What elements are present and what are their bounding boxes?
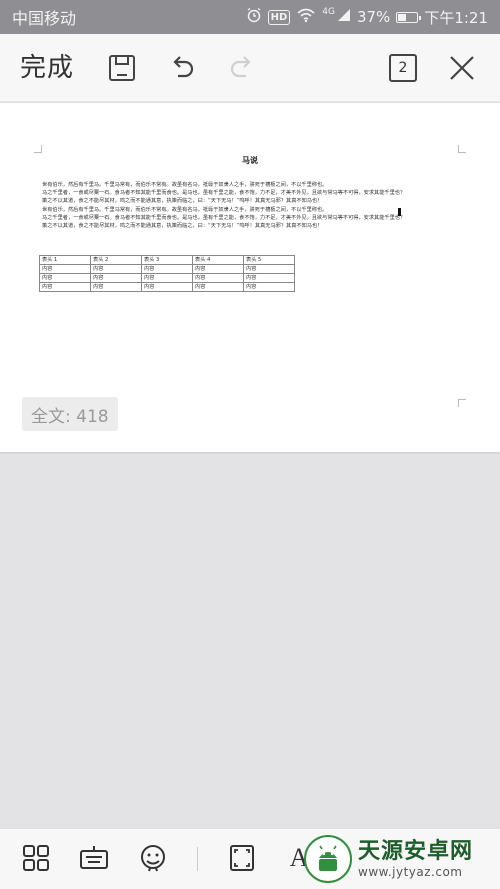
table-cell[interactable]: 内容	[39, 273, 91, 283]
editor-toolbar: 完成 2	[0, 34, 500, 102]
table-row: 内容 内容 内容 内容 内容	[39, 273, 295, 283]
table-cell[interactable]: 内容	[192, 273, 244, 283]
watermark-url: www.jytyaz.com	[358, 865, 463, 879]
table-header-cell[interactable]: 表头 3	[141, 255, 193, 265]
hd-icon: HD	[267, 9, 291, 25]
fullscreen-icon[interactable]	[227, 843, 257, 873]
wifi-icon	[296, 7, 316, 27]
page-corner-mark	[458, 145, 466, 153]
table-cell[interactable]: 内容	[141, 273, 193, 283]
table-header-cell[interactable]: 表头 5	[243, 255, 295, 265]
watermark-name: 天源安卓网	[358, 839, 474, 864]
table-cell[interactable]: 内容	[90, 282, 142, 292]
table-row: 内容 内容 内容 内容 内容	[39, 264, 295, 274]
document-table[interactable]: 表头 1 表头 2 表头 3 表头 4 表头 5 内容 内容 内容 内容 内容 …	[39, 255, 295, 292]
status-bar: 中国移动 HD 4G 37% 下午1:21	[0, 0, 500, 34]
paragraph[interactable]: 世有伯乐，然后有千里马。千里马常有，而伯乐不常有。故虽有名马，祗辱于奴隶人之手，…	[42, 181, 462, 189]
table-cell[interactable]: 内容	[39, 264, 91, 274]
table-cell[interactable]: 内容	[243, 282, 295, 292]
page-corner-mark	[458, 399, 466, 407]
document-canvas[interactable]: 马说 世有伯乐，然后有千里马。千里马常有，而伯乐不常有。故虽有名马，祗辱于奴隶人…	[0, 103, 500, 452]
table-header-row: 表头 1 表头 2 表头 3 表头 4 表头 5	[39, 255, 295, 265]
table-cell[interactable]: 内容	[141, 282, 193, 292]
text-cursor	[398, 208, 401, 216]
paragraph[interactable]: 策之不以其道，食之不能尽其材，鸣之而不能通其意，执策而临之，曰：“天下无马！”呜…	[42, 197, 462, 205]
table-row: 内容 内容 内容 内容 内容	[39, 282, 295, 292]
page-corner-mark	[34, 145, 42, 153]
table-cell[interactable]: 内容	[192, 282, 244, 292]
undo-icon[interactable]	[166, 52, 198, 84]
document-body[interactable]: 世有伯乐，然后有千里马。千里马常有，而伯乐不常有。故虽有名马，祗辱于奴隶人之手，…	[42, 181, 462, 230]
watermark-text: 天源安卓网 www.jytyaz.com	[358, 839, 473, 879]
close-icon[interactable]	[446, 52, 478, 84]
battery-fill	[398, 13, 406, 21]
redo-icon[interactable]	[226, 52, 258, 84]
carrier-name: 中国移动	[12, 9, 77, 28]
done-button[interactable]: 完成	[20, 52, 74, 84]
alarm-icon	[246, 7, 262, 27]
battery-icon	[396, 11, 422, 23]
table-cell[interactable]: 内容	[141, 264, 193, 274]
toolbar-divider	[197, 847, 198, 871]
table-cell[interactable]: 内容	[90, 273, 142, 283]
table-cell[interactable]: 内容	[39, 282, 91, 292]
paragraph[interactable]: 策之不以其道，食之不能尽其材，鸣之而不能通其意，执策而临之，曰：“天下无马！”呜…	[42, 222, 462, 230]
site-watermark: 天源安卓网 www.jytyaz.com	[304, 832, 500, 886]
status-icons: HD 4G 37% 下午1:21	[246, 7, 488, 28]
keyboard-icon[interactable]	[79, 843, 109, 873]
battery-percent: 37%	[356, 8, 391, 26]
table-cell[interactable]: 内容	[243, 273, 295, 283]
table-cell[interactable]: 内容	[192, 264, 244, 274]
table-header-cell[interactable]: 表头 2	[90, 255, 142, 265]
grid-icon[interactable]	[21, 843, 51, 873]
table-header-cell[interactable]: 表头 4	[192, 255, 244, 265]
document-title[interactable]: 马说	[0, 155, 500, 166]
table-cell[interactable]: 内容	[243, 264, 295, 274]
clock: 下午1:21	[424, 8, 488, 27]
table-cell[interactable]: 内容	[90, 264, 142, 274]
paragraph[interactable]: 马之千里者，一食或尽粟一石。食马者不知其能千里而食也。是马也，虽有千里之能，食不…	[42, 189, 462, 197]
word-count-badge: 全文: 418	[22, 397, 118, 431]
signal-icon	[337, 8, 351, 26]
table-header-cell[interactable]: 表头 1	[39, 255, 91, 265]
page-count-button[interactable]: 2	[389, 54, 417, 82]
android-logo-icon	[304, 835, 352, 883]
network-type: 4G	[322, 6, 335, 17]
emoji-icon[interactable]	[138, 843, 168, 873]
save-icon[interactable]	[106, 52, 138, 84]
